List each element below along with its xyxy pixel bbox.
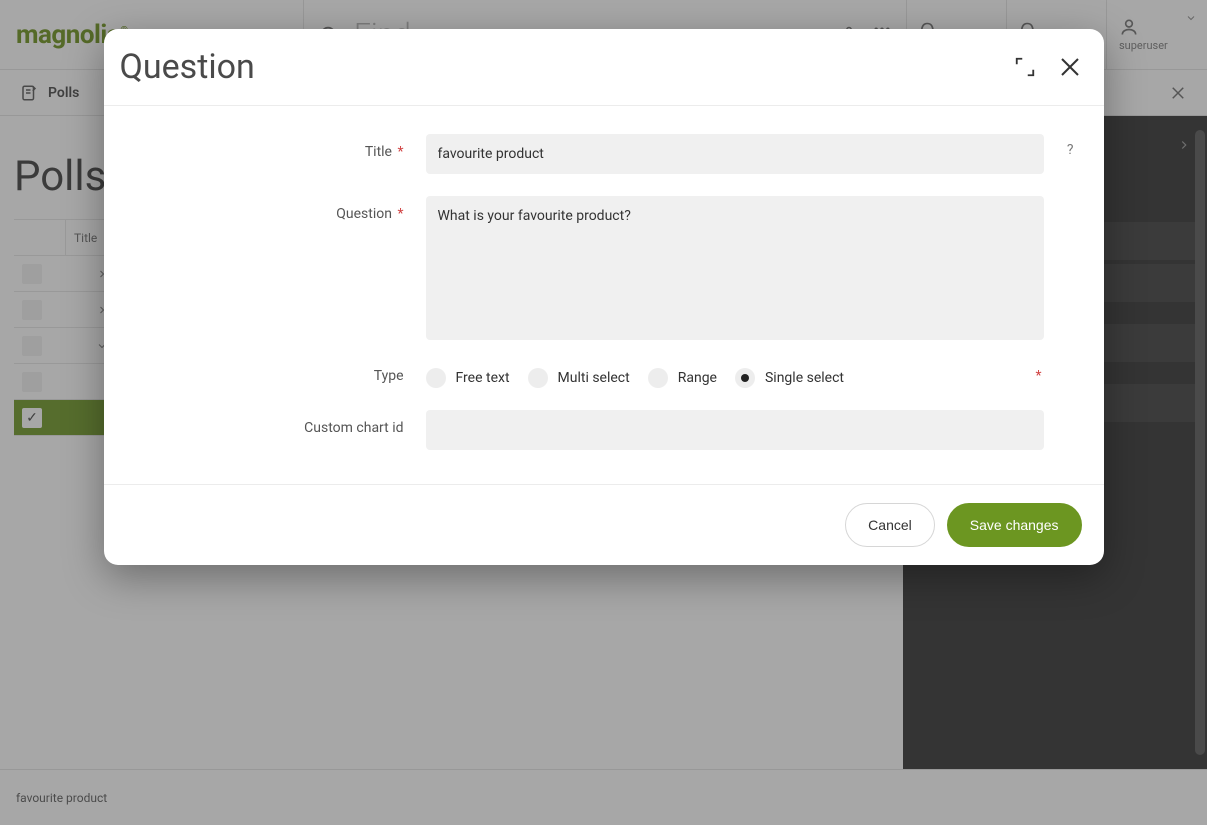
dialog-header: Question xyxy=(104,29,1104,106)
radio-dot xyxy=(426,368,446,388)
dialog-body: Title * ? Question * Type Free text xyxy=(104,106,1104,484)
radio-label: Free text xyxy=(456,370,510,386)
title-input[interactable] xyxy=(426,134,1044,174)
radio-single-select[interactable]: Single select xyxy=(735,368,844,388)
chart-id-input[interactable] xyxy=(426,410,1044,450)
field-label-chart-id: Custom chart id xyxy=(134,410,404,436)
radio-range[interactable]: Range xyxy=(648,368,717,388)
cancel-button[interactable]: Cancel xyxy=(845,503,935,547)
radio-dot xyxy=(648,368,668,388)
radio-label: Single select xyxy=(765,370,844,386)
field-label-type: Type xyxy=(134,362,404,384)
expand-icon[interactable] xyxy=(1014,56,1036,78)
dialog-title: Question xyxy=(120,47,255,87)
radio-label: Range xyxy=(678,370,717,386)
field-label-question: Question * xyxy=(134,196,404,222)
close-icon[interactable] xyxy=(1058,55,1082,79)
dialog-footer: Cancel Save changes xyxy=(104,484,1104,565)
radio-dot xyxy=(735,368,755,388)
required-marker: * xyxy=(1035,368,1043,384)
field-chart-id: Custom chart id xyxy=(134,410,1044,450)
radio-label: Multi select xyxy=(558,370,630,386)
question-textarea[interactable] xyxy=(426,196,1044,340)
save-button[interactable]: Save changes xyxy=(947,503,1082,547)
field-title: Title * ? xyxy=(134,134,1044,174)
field-type: Type Free text Multi select Range xyxy=(134,362,1044,388)
radio-multi-select[interactable]: Multi select xyxy=(528,368,630,388)
radio-free-text[interactable]: Free text xyxy=(426,368,510,388)
help-icon[interactable]: ? xyxy=(1067,142,1074,158)
field-question: Question * xyxy=(134,196,1044,340)
question-dialog: Question Title * ? Question * xyxy=(104,29,1104,565)
modal-overlay: Question Title * ? Question * xyxy=(0,0,1207,825)
field-label-title: Title * xyxy=(134,134,404,160)
radio-dot xyxy=(528,368,548,388)
